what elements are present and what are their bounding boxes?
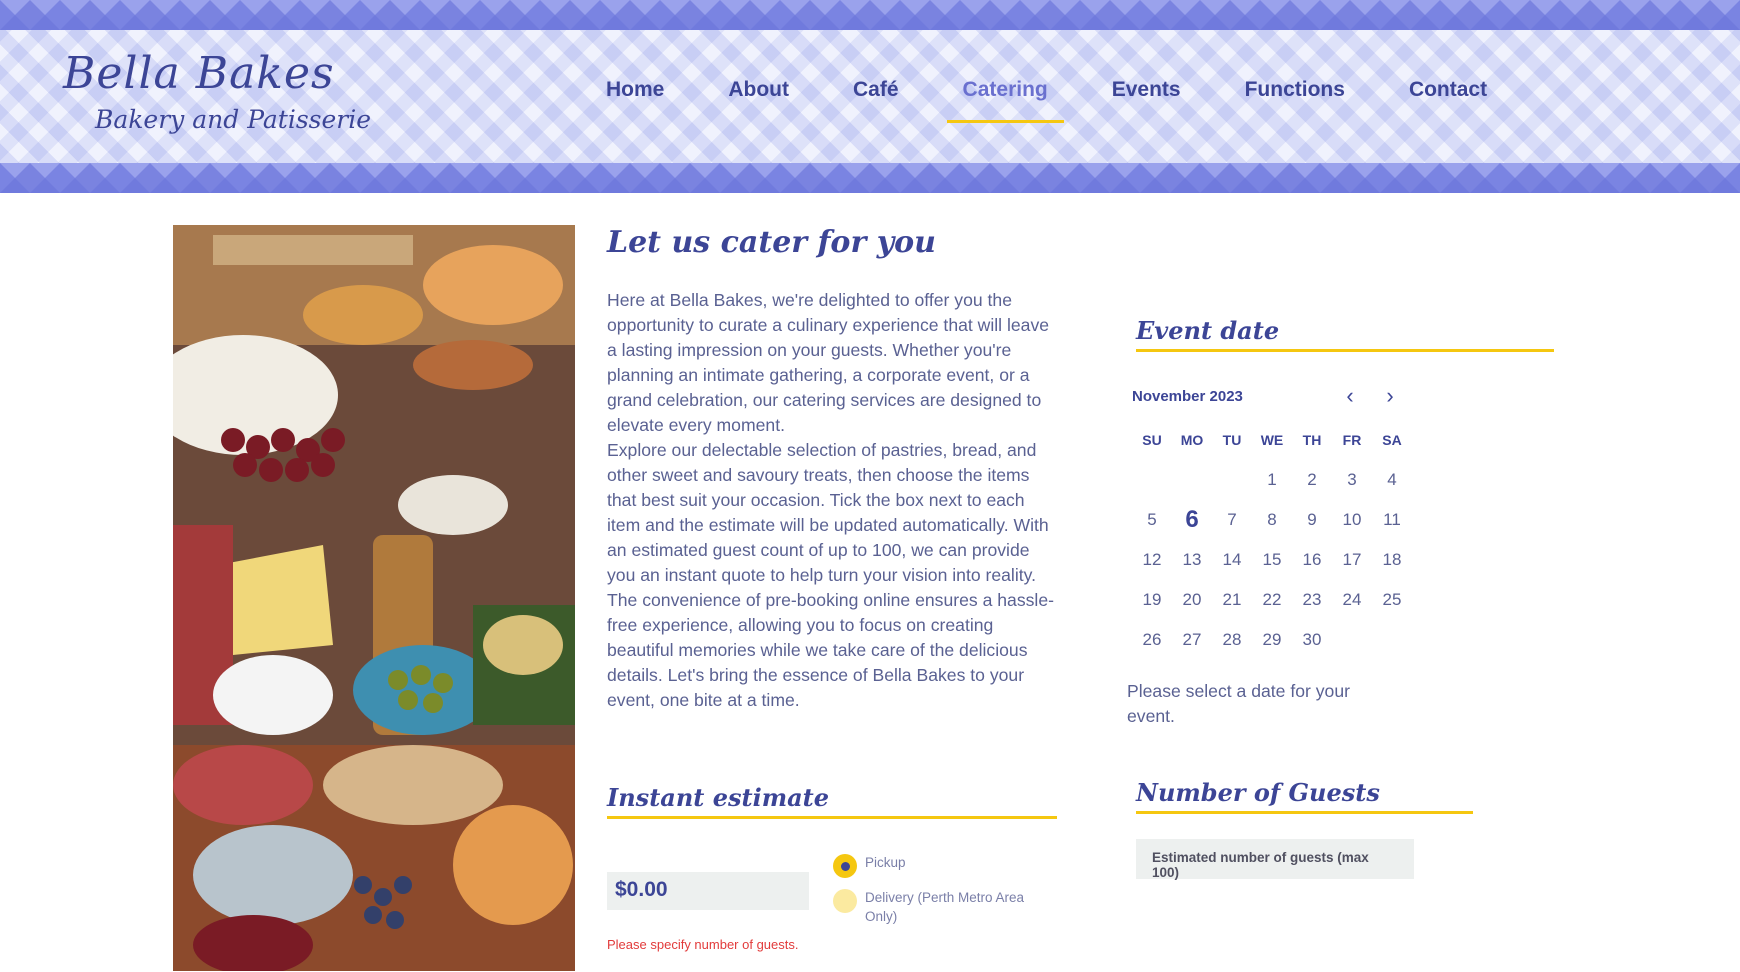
calendar-month-label: November 2023 [1132, 387, 1243, 405]
nav-home[interactable]: Home [590, 78, 680, 123]
nav-cafe[interactable]: Café [837, 78, 915, 123]
intro-paragraph-1: Here at Bella Bakes, we're delighted to … [607, 290, 1050, 435]
guests-input[interactable]: Estimated number of guests (max 100) [1136, 839, 1414, 880]
calendar-day[interactable]: 4 [1372, 460, 1412, 500]
calendar-day[interactable]: 30 [1292, 620, 1332, 660]
main-nav: Home About Café Catering Events Function… [590, 78, 1535, 123]
calendar-day[interactable]: 3 [1332, 460, 1372, 500]
event-date-section: Event date [1136, 316, 1554, 352]
calendar-day[interactable]: 27 [1172, 620, 1212, 660]
nav-events[interactable]: Events [1096, 78, 1197, 123]
calendar-day[interactable]: 1 [1252, 460, 1292, 500]
intro-paragraph-3: The convenience of pre-booking online en… [607, 590, 1054, 710]
delivery-label: Delivery (Perth Metro Area Only) [865, 890, 1025, 924]
pickup-option[interactable]: Pickup [833, 854, 1045, 878]
calendar-day[interactable]: 12 [1132, 540, 1172, 580]
brand-logo[interactable]: Bella Bakes Bakery and Patisserie [63, 48, 371, 134]
pickup-radio[interactable] [833, 854, 857, 878]
nav-functions[interactable]: Functions [1229, 78, 1361, 123]
intro-body: Here at Bella Bakes, we're delighted to … [607, 288, 1057, 713]
estimate-error-message: Please specify number of guests. [607, 937, 799, 952]
event-date-title: Event date [1136, 316, 1554, 352]
delivery-radio[interactable] [833, 889, 857, 913]
calendar-day[interactable]: 9 [1292, 500, 1332, 540]
calendar-day[interactable]: 2 [1292, 460, 1332, 500]
calendar-day[interactable]: 29 [1252, 620, 1292, 660]
calendar-day[interactable]: 11 [1372, 500, 1412, 540]
calendar-weekday: WE [1260, 432, 1284, 448]
calendar-day[interactable]: 23 [1292, 580, 1332, 620]
calendar-grid: SU MO TU WE TH FR SA 1 2 3 4 5 6 7 8 9 10 11 12 13 14 15 16 17 1… [1132, 420, 1402, 660]
calendar-day[interactable]: 25 [1372, 580, 1412, 620]
calendar-day[interactable]: 28 [1212, 620, 1252, 660]
intro-paragraph-2: Explore our delectable selection of past… [607, 440, 1049, 585]
guests-title: Number of Guests [1136, 778, 1473, 814]
header-bottom-band [0, 163, 1740, 193]
calendar-day[interactable]: 20 [1172, 580, 1212, 620]
calendar-day[interactable]: 19 [1132, 580, 1172, 620]
calendar-weekday: SU [1142, 432, 1162, 448]
calendar: November 2023 ‹ › SU MO TU WE TH FR SA 1 2 3 4 5 6 7 8… [1132, 383, 1402, 660]
brand-name: Bella Bakes [63, 48, 335, 99]
calendar-day[interactable]: 8 [1252, 500, 1292, 540]
catering-platter-image [173, 225, 575, 971]
brand-tagline: Bakery and Patisserie [95, 105, 372, 134]
calendar-day-today[interactable]: 6 [1172, 500, 1212, 540]
calendar-weekday: TU [1222, 432, 1242, 448]
estimate-section: Instant estimate [607, 783, 1057, 819]
calendar-day[interactable]: 15 [1252, 540, 1292, 580]
calendar-day[interactable]: 10 [1332, 500, 1372, 540]
nav-catering[interactable]: Catering [946, 78, 1064, 123]
calendar-weekday: TH [1302, 432, 1322, 448]
calendar-header: November 2023 ‹ › [1132, 383, 1402, 408]
site-header: Bella Bakes Bakery and Patisserie Home A… [0, 0, 1740, 193]
intro-section: Let us cater for you Here at Bella Bakes… [607, 225, 1057, 713]
calendar-day[interactable]: 13 [1172, 540, 1212, 580]
calendar-weekday: FR [1342, 432, 1362, 448]
calendar-day[interactable]: 26 [1132, 620, 1172, 660]
estimate-total: $0.00 [607, 872, 809, 910]
estimate-title: Instant estimate [607, 783, 1057, 819]
calendar-day[interactable]: 21 [1212, 580, 1252, 620]
event-date-message: Please select a date for your event. [1127, 681, 1350, 726]
calendar-empty-cell [1132, 460, 1172, 500]
pickup-label: Pickup [865, 855, 906, 870]
calendar-day[interactable]: 17 [1332, 540, 1372, 580]
calendar-empty-cell [1212, 460, 1252, 500]
nav-about[interactable]: About [712, 78, 805, 123]
calendar-day[interactable]: 7 [1212, 500, 1252, 540]
calendar-day[interactable]: 18 [1372, 540, 1412, 580]
guests-section: Number of Guests [1136, 778, 1473, 814]
calendar-weekday: SA [1382, 432, 1402, 448]
chevron-right-icon[interactable]: › [1378, 383, 1402, 408]
calendar-day[interactable]: 24 [1332, 580, 1372, 620]
calendar-day[interactable]: 5 [1132, 500, 1172, 540]
calendar-day[interactable]: 22 [1252, 580, 1292, 620]
header-top-band [0, 0, 1740, 30]
chevron-left-icon[interactable]: ‹ [1338, 383, 1362, 408]
delivery-option[interactable]: Delivery (Perth Metro Area Only) [833, 889, 1045, 926]
intro-title: Let us cater for you [607, 225, 936, 260]
calendar-day[interactable]: 16 [1292, 540, 1332, 580]
calendar-day[interactable]: 14 [1212, 540, 1252, 580]
nav-contact[interactable]: Contact [1393, 78, 1503, 123]
calendar-empty-cell [1172, 460, 1212, 500]
calendar-weekday: MO [1180, 432, 1204, 448]
